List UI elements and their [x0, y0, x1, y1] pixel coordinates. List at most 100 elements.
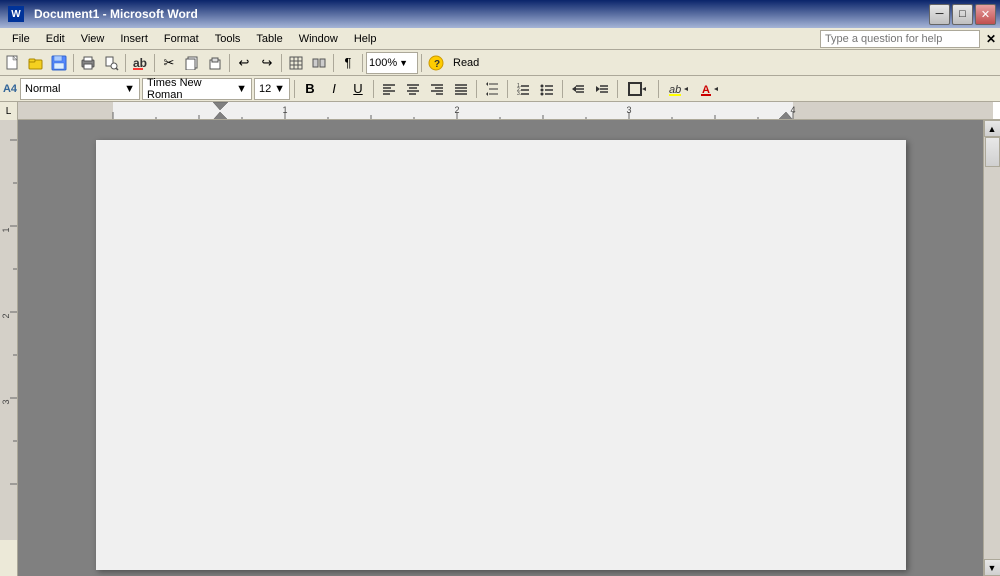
indent-button[interactable] [591, 78, 613, 100]
fmt-sep-7 [658, 80, 659, 98]
svg-text:1: 1 [1, 227, 11, 232]
menu-format[interactable]: Format [156, 31, 207, 47]
title-bar: W Document1 - Microsoft Word ─ □ ✕ [0, 0, 1000, 28]
underline-button[interactable]: U [347, 78, 369, 100]
formatting-toolbar: A4 Normal ▼ Times New Roman ▼ 12 ▼ B I U… [0, 76, 1000, 102]
menu-file[interactable]: File [4, 31, 38, 47]
print-button[interactable] [77, 52, 99, 74]
vertical-ruler: 1 2 3 [0, 120, 18, 576]
svg-text:3.: 3. [517, 91, 521, 96]
font-dropdown[interactable]: Times New Roman ▼ [142, 78, 252, 100]
fmt-sep-6 [617, 80, 618, 98]
svg-text:3: 3 [626, 105, 631, 115]
scroll-track[interactable] [984, 137, 1000, 559]
scroll-up-button[interactable]: ▲ [984, 120, 1000, 137]
fmt-sep-3 [476, 80, 477, 98]
new-button[interactable] [2, 52, 24, 74]
numbering-button[interactable]: 1.2.3. [512, 78, 534, 100]
line-spacing-button[interactable] [481, 78, 503, 100]
toolbar-sep-4 [229, 54, 230, 72]
window-title: Document1 - Microsoft Word [34, 7, 198, 21]
fmt-sep-1 [294, 80, 295, 98]
title-buttons[interactable]: ─ □ ✕ [929, 4, 996, 25]
style-arrow: ▼ [124, 83, 135, 95]
bold-button[interactable]: B [299, 78, 321, 100]
highlight-button[interactable]: ab [663, 78, 693, 100]
toolbar-sep-7 [362, 54, 363, 72]
svg-text:4: 4 [790, 105, 795, 115]
menu-view[interactable]: View [73, 31, 113, 47]
ruler-corner[interactable]: L [0, 102, 18, 120]
help-area: ✕ [820, 30, 996, 48]
columns-button[interactable] [308, 52, 330, 74]
save-button[interactable] [48, 52, 70, 74]
svg-text:2: 2 [1, 313, 11, 318]
redo-button[interactable]: ↪ [256, 52, 278, 74]
toolbar-sep-2 [125, 54, 126, 72]
menu-window[interactable]: Window [291, 31, 346, 47]
font-size-dropdown[interactable]: 12 ▼ [254, 78, 290, 100]
zoom-dropdown[interactable]: 100% ▼ [366, 52, 418, 74]
scroll-down-button[interactable]: ▼ [984, 559, 1000, 576]
insert-table-button[interactable] [285, 52, 307, 74]
app-icon: W [8, 6, 24, 22]
font-color-button[interactable]: A [695, 78, 725, 100]
menu-edit[interactable]: Edit [38, 31, 73, 47]
font-arrow: ▼ [236, 83, 247, 95]
show-para-button[interactable]: ¶ [337, 52, 359, 74]
standard-toolbar: ab ✂ ↩ ↪ ¶ 100% ▼ ? Read [0, 50, 1000, 76]
svg-text:3: 3 [1, 399, 11, 404]
help-button[interactable]: ? [425, 52, 447, 74]
align-center-button[interactable] [402, 78, 424, 100]
close-button[interactable]: ✕ [975, 4, 996, 25]
document-page[interactable] [96, 140, 906, 570]
fmt-sep-2 [373, 80, 374, 98]
copy-button[interactable] [181, 52, 203, 74]
cut-button[interactable]: ✂ [158, 52, 180, 74]
read-button[interactable]: Read [448, 52, 484, 74]
svg-text:?: ? [434, 59, 440, 70]
toolbar-sep-1 [73, 54, 74, 72]
svg-text:ab: ab [133, 56, 147, 70]
font-value: Times New Roman [147, 77, 236, 101]
svg-text:1: 1 [282, 105, 287, 115]
menu-tools[interactable]: Tools [207, 31, 249, 47]
outside-border-button[interactable] [622, 78, 654, 100]
bullets-button[interactable] [536, 78, 558, 100]
justify-button[interactable] [450, 78, 472, 100]
style-dropdown[interactable]: Normal ▼ [20, 78, 140, 100]
menu-help[interactable]: Help [346, 31, 385, 47]
maximize-button[interactable]: □ [952, 4, 973, 25]
outdent-button[interactable] [567, 78, 589, 100]
horizontal-ruler: 1 2 3 4 [18, 102, 1000, 119]
ruler-container: L [0, 102, 1000, 120]
minimize-button[interactable]: ─ [929, 4, 950, 25]
align-right-button[interactable] [426, 78, 448, 100]
fmt-sep-5 [562, 80, 563, 98]
content-area: 1 2 3 ▲ ▼ [0, 120, 1000, 576]
style-value: Normal [25, 83, 60, 95]
toolbar-sep-8 [421, 54, 422, 72]
vertical-scrollbar[interactable]: ▲ ▼ [983, 120, 1000, 576]
toolbar-sep-3 [154, 54, 155, 72]
undo-button[interactable]: ↩ [233, 52, 255, 74]
title-bar-left: W Document1 - Microsoft Word [8, 6, 198, 22]
toolbar-sep-5 [281, 54, 282, 72]
align-left-button[interactable] [378, 78, 400, 100]
menu-insert[interactable]: Insert [112, 31, 156, 47]
page-area[interactable] [18, 120, 983, 576]
menu-bar: File Edit View Insert Format Tools Table… [0, 28, 1000, 50]
toolbar-sep-6 [333, 54, 334, 72]
help-close-button[interactable]: ✕ [986, 32, 996, 46]
italic-button[interactable]: I [323, 78, 345, 100]
scroll-thumb[interactable] [985, 137, 1000, 167]
print-preview-button[interactable] [100, 52, 122, 74]
help-search-input[interactable] [820, 30, 980, 48]
spelling-button[interactable]: ab [129, 52, 151, 74]
paste-button[interactable] [204, 52, 226, 74]
zoom-value: 100% [369, 57, 397, 69]
style-indicator[interactable]: A4 [2, 78, 18, 100]
menu-table[interactable]: Table [248, 31, 290, 47]
size-arrow: ▼ [274, 83, 285, 95]
open-button[interactable] [25, 52, 47, 74]
